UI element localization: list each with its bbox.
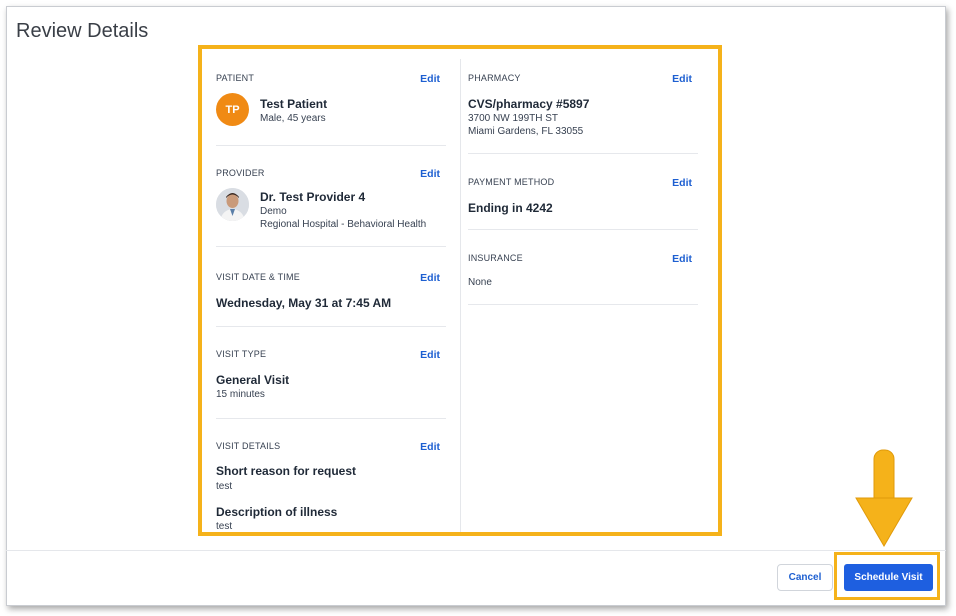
visit-type-label: VISIT TYPE	[216, 349, 267, 359]
patient-avatar: TP	[216, 93, 249, 126]
provider-edit-link[interactable]: Edit	[420, 168, 440, 180]
payment-edit-link[interactable]: Edit	[672, 177, 692, 189]
visit-datetime-section: VISIT DATE & TIME Edit Wednesday, May 31…	[216, 266, 446, 327]
description-label: Description of illness	[216, 505, 338, 519]
payment-value: Ending in 4242	[468, 201, 553, 215]
visit-type-section: VISIT TYPE Edit General Visit 15 minutes	[216, 343, 446, 419]
pharmacy-edit-link[interactable]: Edit	[672, 73, 692, 85]
pharmacy-label: PHARMACY	[468, 73, 521, 83]
insurance-section: INSURANCE Edit None	[468, 247, 698, 305]
provider-photo-icon	[216, 188, 249, 221]
visit-details-edit-link[interactable]: Edit	[420, 441, 440, 453]
pharmacy-section: PHARMACY Edit CVS/pharmacy #5897 3700 NW…	[468, 67, 698, 154]
patient-edit-link[interactable]: Edit	[420, 73, 440, 85]
visit-datetime-label: VISIT DATE & TIME	[216, 272, 300, 282]
cancel-button[interactable]: Cancel	[777, 564, 833, 591]
reason-value: test	[216, 481, 233, 492]
provider-name: Dr. Test Provider 4	[260, 190, 366, 204]
pharmacy-name: CVS/pharmacy #5897	[468, 97, 590, 111]
insurance-label: INSURANCE	[468, 253, 523, 263]
patient-section: PATIENT Edit TP Test Patient Male, 45 ye…	[216, 67, 446, 146]
footer-divider	[6, 550, 946, 551]
payment-label: PAYMENT METHOD	[468, 177, 555, 187]
pharmacy-address1: 3700 NW 199TH ST	[468, 113, 559, 124]
provider-avatar	[216, 188, 249, 221]
page-title: Review Details	[16, 20, 149, 42]
visit-type-value: General Visit	[216, 373, 290, 387]
visit-datetime-edit-link[interactable]: Edit	[420, 272, 440, 284]
visit-details-section: VISIT DETAILS Edit Short reason for requ…	[216, 435, 446, 532]
patient-name: Test Patient	[260, 97, 328, 111]
provider-facility: Regional Hospital - Behavioral Health	[260, 219, 427, 230]
visit-datetime-value: Wednesday, May 31 at 7:45 AM	[216, 296, 392, 310]
schedule-visit-highlight: Schedule Visit	[834, 552, 940, 600]
pharmacy-address2: Miami Gardens, FL 33055	[468, 126, 584, 137]
visit-type-duration: 15 minutes	[216, 389, 265, 400]
visit-type-edit-link[interactable]: Edit	[420, 349, 440, 361]
column-divider	[460, 59, 461, 532]
description-value: test	[216, 521, 233, 532]
visit-details-label: VISIT DETAILS	[216, 441, 281, 451]
provider-label: PROVIDER	[216, 168, 265, 178]
schedule-visit-button[interactable]: Schedule Visit	[844, 564, 933, 591]
insurance-value: None	[468, 277, 492, 288]
provider-organization: Demo	[260, 206, 287, 217]
insurance-edit-link[interactable]: Edit	[672, 253, 692, 265]
review-details-card: PATIENT Edit TP Test Patient Male, 45 ye…	[198, 45, 722, 536]
provider-section: PROVIDER Edit Dr. Test Provider 4 Demo R…	[216, 162, 446, 247]
patient-details: Male, 45 years	[260, 113, 326, 124]
patient-label: PATIENT	[216, 73, 255, 83]
arrow-down-icon	[855, 449, 913, 547]
payment-section: PAYMENT METHOD Edit Ending in 4242	[468, 171, 698, 230]
reason-label: Short reason for request	[216, 464, 357, 478]
